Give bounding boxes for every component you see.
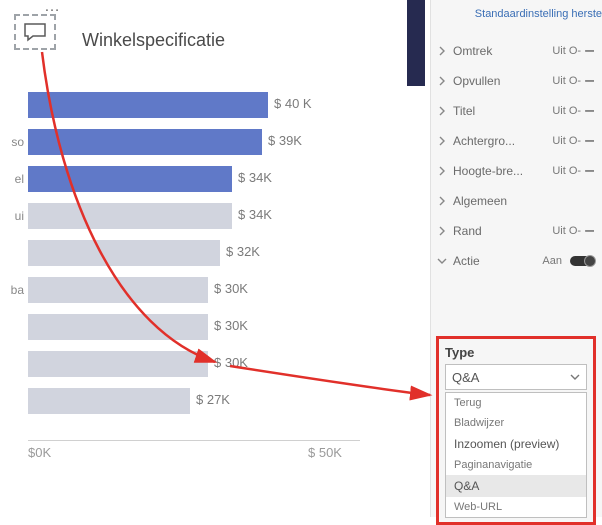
bar-chart: $ 40 K so $ 39K el $ 34K ui $ 34K $ 32K ba $ 30K $… xyxy=(0,90,380,423)
type-select[interactable]: Q&A xyxy=(445,364,587,390)
dropdown-option[interactable]: Paginanavigatie xyxy=(446,455,586,475)
property-name: Algemeen xyxy=(449,194,594,208)
property-value: Uit O- xyxy=(552,225,581,237)
bar[interactable] xyxy=(28,129,262,155)
bar-category-label: ba xyxy=(0,283,28,297)
bar[interactable] xyxy=(28,92,268,118)
property-value: Uit O- xyxy=(552,75,581,87)
chevron-down-icon xyxy=(570,372,580,382)
page-title: Winkelspecificatie xyxy=(82,30,225,51)
dropdown-option[interactable]: Terug xyxy=(446,393,586,413)
dropdown-option[interactable]: Bladwijzer xyxy=(446,413,586,433)
format-property-row[interactable]: OmtrekUit O-– xyxy=(431,36,602,66)
property-name: Actie xyxy=(449,254,542,268)
bar-value-label: $ 39K xyxy=(268,133,302,148)
bar[interactable] xyxy=(28,314,208,340)
chevron-right-icon xyxy=(437,196,449,206)
format-property-row[interactable]: Hoogte-bre...Uit O-– xyxy=(431,156,602,186)
bar-row: $ 40 K xyxy=(0,90,380,120)
bar-row: ui $ 34K xyxy=(0,201,380,231)
property-value: Uit O- xyxy=(552,45,581,57)
bar-row: $ 27K xyxy=(0,386,380,416)
bar[interactable] xyxy=(28,277,208,303)
type-dropdown[interactable]: TerugBladwijzerInzoomen (preview)Paginan… xyxy=(445,392,587,518)
qa-visual-button[interactable] xyxy=(14,14,56,50)
chevron-right-icon xyxy=(437,136,449,146)
bar-row: so $ 39K xyxy=(0,127,380,157)
format-property-row[interactable]: OpvullenUit O-– xyxy=(431,66,602,96)
bar-value-label: $ 30K xyxy=(214,281,248,296)
property-name: Titel xyxy=(449,104,552,118)
format-property-row[interactable]: Achtergro...Uit O-– xyxy=(431,126,602,156)
bar-value-label: $ 27K xyxy=(196,392,230,407)
reset-defaults-link[interactable]: Standaardinstelling herste xyxy=(475,8,602,20)
property-name: Opvullen xyxy=(449,74,552,88)
bar[interactable] xyxy=(28,203,232,229)
format-properties-list: OmtrekUit O-–OpvullenUit O-–TitelUit O-–… xyxy=(431,36,602,276)
toggle-off-indicator[interactable]: – xyxy=(585,46,594,56)
chevron-right-icon xyxy=(437,226,449,236)
visual-header-dark xyxy=(407,0,425,86)
bar-value-label: $ 30K xyxy=(214,318,248,333)
property-value: Uit O- xyxy=(552,105,581,117)
bar-row: $ 30K xyxy=(0,312,380,342)
chart-canvas: … Winkelspecificatie $ 40 Kso$ 39Kel$ 34… xyxy=(0,0,425,517)
bar[interactable] xyxy=(28,166,232,192)
bar-category-label: el xyxy=(0,172,28,186)
type-section-highlight: Type Q&A TerugBladwijzerInzoomen (previe… xyxy=(436,336,596,525)
toggle-off-indicator[interactable]: – xyxy=(585,106,594,116)
bar-value-label: $ 34K xyxy=(238,170,272,185)
x-tick: $0K xyxy=(28,445,51,460)
bar-row: $ 32K xyxy=(0,238,380,268)
bar-row: ba $ 30K xyxy=(0,275,380,305)
bar-value-label: $ 32K xyxy=(226,244,260,259)
format-property-row[interactable]: TitelUit O-– xyxy=(431,96,602,126)
property-name: Hoogte-bre... xyxy=(449,164,552,178)
bar[interactable] xyxy=(28,240,220,266)
property-name: Rand xyxy=(449,224,552,238)
toggle-off-indicator[interactable]: – xyxy=(585,226,594,236)
bar-value-label: $ 30K xyxy=(214,355,248,370)
type-label: Type xyxy=(445,345,587,360)
property-name: Omtrek xyxy=(449,44,552,58)
bar-row: $ 30K xyxy=(0,349,380,379)
toggle-off-indicator[interactable]: – xyxy=(585,76,594,86)
bar-value-label: $ 40 K xyxy=(274,96,312,111)
format-property-row[interactable]: ActieAan xyxy=(431,246,602,276)
bar-category-label: ui xyxy=(0,209,28,223)
chevron-right-icon xyxy=(437,46,449,56)
type-select-value: Q&A xyxy=(452,370,479,385)
toggle-off-indicator[interactable]: – xyxy=(585,136,594,146)
bar-category-label: so xyxy=(0,135,28,149)
format-property-row[interactable]: Algemeen xyxy=(431,186,602,216)
x-axis: $0K$ 50K xyxy=(28,440,360,441)
bar[interactable] xyxy=(28,351,208,377)
chevron-down-icon xyxy=(437,256,449,266)
chevron-right-icon xyxy=(437,76,449,86)
chevron-right-icon xyxy=(437,166,449,176)
toggle-on[interactable] xyxy=(570,256,594,266)
property-value: Uit O- xyxy=(552,165,581,177)
bar-value-label: $ 34K xyxy=(238,207,272,222)
format-property-row[interactable]: RandUit O-– xyxy=(431,216,602,246)
speech-bubble-icon xyxy=(23,22,47,42)
property-name: Achtergro... xyxy=(449,134,552,148)
x-tick: $ 50K xyxy=(308,445,342,460)
toggle-off-indicator[interactable]: – xyxy=(585,166,594,176)
property-value: Uit O- xyxy=(552,135,581,147)
property-value: Aan xyxy=(542,255,562,267)
bar-row: el $ 34K xyxy=(0,164,380,194)
chevron-right-icon xyxy=(437,106,449,116)
dropdown-option[interactable]: Q&A xyxy=(446,475,586,497)
dropdown-option[interactable]: Inzoomen (preview) xyxy=(446,433,586,455)
bar[interactable] xyxy=(28,388,190,414)
dropdown-option[interactable]: Web-URL xyxy=(446,497,586,517)
